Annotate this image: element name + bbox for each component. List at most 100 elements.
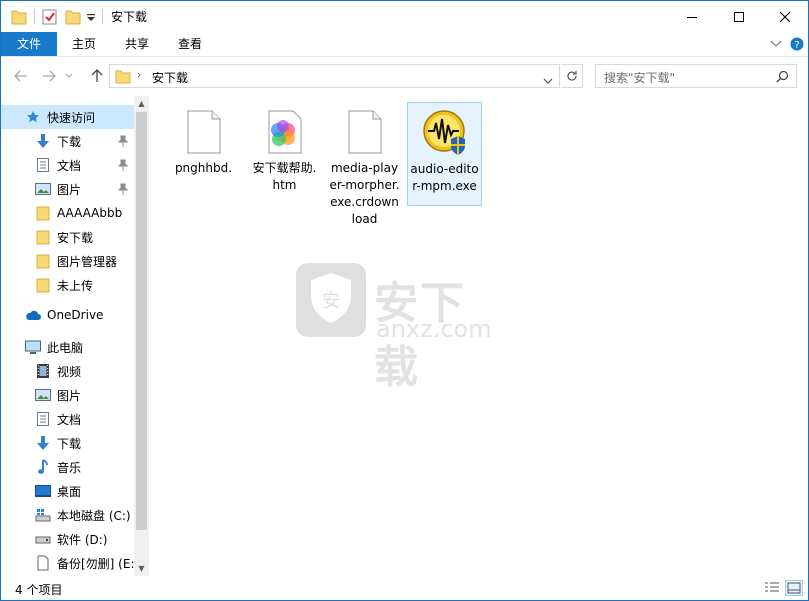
file-name: 安下载帮助.htm — [252, 161, 317, 192]
scrollbar-thumb[interactable] — [136, 112, 147, 530]
music-icon — [35, 459, 51, 475]
pictures-icon — [35, 387, 51, 403]
navigation-pane: 快速访问 下载 文档 图片 AAAAAbbb 安下载 图片管理器 未上传 One… — [1, 96, 149, 576]
large-icons-view-button[interactable] — [785, 580, 803, 596]
separator — [34, 9, 35, 24]
window-title: 安下载 — [111, 10, 148, 24]
tab-view[interactable]: 查看 — [167, 32, 213, 56]
customize-toolbar-dropdown-icon[interactable] — [86, 8, 96, 26]
breadcrumb-chevron-icon: › — [137, 68, 142, 81]
new-folder-icon[interactable] — [65, 8, 81, 26]
nav-item-drive-d[interactable]: 软件 (D:) — [1, 527, 134, 551]
help-icon[interactable]: ? — [789, 36, 805, 52]
search-input[interactable]: 搜索"安下载" — [595, 64, 797, 88]
minimize-icon — [687, 16, 697, 18]
search-icon — [776, 70, 789, 86]
nav-label: 图片 — [57, 388, 82, 403]
nav-label: OneDrive — [47, 308, 104, 322]
file-name: audio-editor-mpm.exe — [410, 162, 479, 193]
svg-text:?: ? — [794, 40, 799, 51]
nav-item-pictures[interactable]: 图片 — [1, 177, 134, 201]
address-history-dropdown-icon[interactable] — [543, 73, 553, 87]
download-arrow-icon — [35, 133, 51, 149]
nav-item-videos[interactable]: 视频 — [1, 359, 134, 383]
nav-item-pictures[interactable]: 图片 — [1, 383, 134, 407]
nav-label: 此电脑 — [47, 340, 84, 355]
nav-label: 音乐 — [57, 460, 82, 475]
close-icon — [779, 11, 791, 22]
file-item[interactable]: pnghhbd. — [166, 102, 241, 177]
system-drive-icon — [35, 507, 51, 523]
drive-icon — [35, 531, 51, 547]
nav-item-folder[interactable]: 安下载 — [1, 225, 134, 249]
details-view-button[interactable] — [763, 580, 781, 596]
folder-icon — [35, 253, 51, 269]
video-icon — [35, 363, 51, 379]
tab-share[interactable]: 共享 — [114, 32, 160, 56]
nav-item-folder[interactable]: AAAAAbbb — [1, 201, 134, 225]
desktop-icon — [35, 483, 51, 499]
address-bar[interactable]: › 安下载 — [109, 64, 560, 88]
tab-home[interactable]: 主页 — [61, 32, 107, 56]
refresh-button[interactable] — [561, 64, 583, 88]
up-button[interactable] — [87, 66, 107, 86]
folder-icon — [115, 68, 131, 87]
navigation-bar: › 安下载 搜索"安下载" — [1, 61, 808, 91]
recent-locations-button[interactable] — [63, 66, 75, 86]
pin-icon — [117, 159, 129, 171]
nav-label: 本地磁盘 (C:) — [57, 508, 131, 523]
nav-this-pc[interactable]: 此电脑 — [1, 335, 134, 359]
file-icon — [35, 555, 51, 571]
search-placeholder: 搜索"安下载" — [604, 71, 676, 85]
nav-item-documents[interactable]: 文档 — [1, 153, 134, 177]
pictures-icon — [35, 181, 51, 197]
nav-onedrive[interactable]: OneDrive — [1, 303, 134, 327]
nav-item-documents[interactable]: 文档 — [1, 407, 134, 431]
nav-item-downloads[interactable]: 下载 — [1, 129, 134, 153]
nav-item-downloads[interactable]: 下载 — [1, 431, 134, 455]
scroll-down-icon[interactable]: ▼ — [134, 561, 149, 576]
nav-item-desktop[interactable]: 桌面 — [1, 479, 134, 503]
properties-check-icon[interactable] — [41, 8, 59, 26]
minimize-button[interactable] — [669, 1, 715, 32]
scroll-up-icon[interactable]: ▲ — [134, 96, 149, 111]
document-icon — [35, 157, 51, 173]
nav-item-music[interactable]: 音乐 — [1, 455, 134, 479]
maximize-button[interactable] — [716, 1, 762, 32]
nav-label: 未上传 — [57, 278, 94, 293]
nav-label: 文档 — [57, 412, 82, 427]
refresh-icon — [566, 71, 577, 81]
nav-label: 软件 (D:) — [57, 532, 108, 547]
file-item[interactable]: media-player-morpher.exe.crdownload — [327, 102, 402, 228]
chevron-down-icon — [65, 73, 73, 78]
nav-label: 图片管理器 — [57, 254, 118, 269]
nav-item-local-disk-c[interactable]: 本地磁盘 (C:) — [1, 503, 134, 527]
separator — [102, 9, 103, 24]
svg-text:安: 安 — [322, 291, 340, 312]
pin-icon — [117, 135, 129, 147]
maximize-icon — [734, 11, 744, 22]
ribbon-tabs: 文件 主页 共享 查看 ? — [1, 32, 808, 57]
back-button[interactable] — [11, 66, 31, 86]
forward-arrow-icon — [43, 70, 56, 82]
explorer-window: 安下载 文件 主页 共享 查看 ? › 安下载 搜索"安下载" 快速访问 下载 … — [0, 0, 809, 601]
blank-file-icon — [180, 108, 228, 156]
nav-quick-access[interactable]: 快速访问 — [1, 105, 134, 129]
tab-file[interactable]: 文件 — [1, 32, 57, 56]
nav-item-folder[interactable]: 未上传 — [1, 273, 134, 297]
up-arrow-icon — [91, 69, 103, 82]
nav-label: 桌面 — [57, 484, 82, 499]
nav-scrollbar[interactable]: ▲ ▼ — [134, 96, 149, 576]
file-item-selected[interactable]: audio-editor-mpm.exe — [407, 102, 482, 206]
forward-button[interactable] — [39, 66, 59, 86]
breadcrumb[interactable]: 安下载 — [152, 69, 188, 86]
star-icon — [25, 109, 41, 125]
nav-label: 安下载 — [57, 230, 94, 245]
file-item[interactable]: 安下载帮助.htm — [247, 102, 322, 194]
nav-item-drive-e[interactable]: 备份[勿删] (E:) — [1, 551, 134, 575]
watermark-subtitle: anxz.com — [376, 315, 492, 343]
nav-item-folder[interactable]: 图片管理器 — [1, 249, 134, 273]
status-bar: 4 个项目 — [1, 576, 808, 600]
close-button[interactable] — [762, 1, 808, 32]
expand-ribbon-icon[interactable] — [768, 36, 784, 52]
